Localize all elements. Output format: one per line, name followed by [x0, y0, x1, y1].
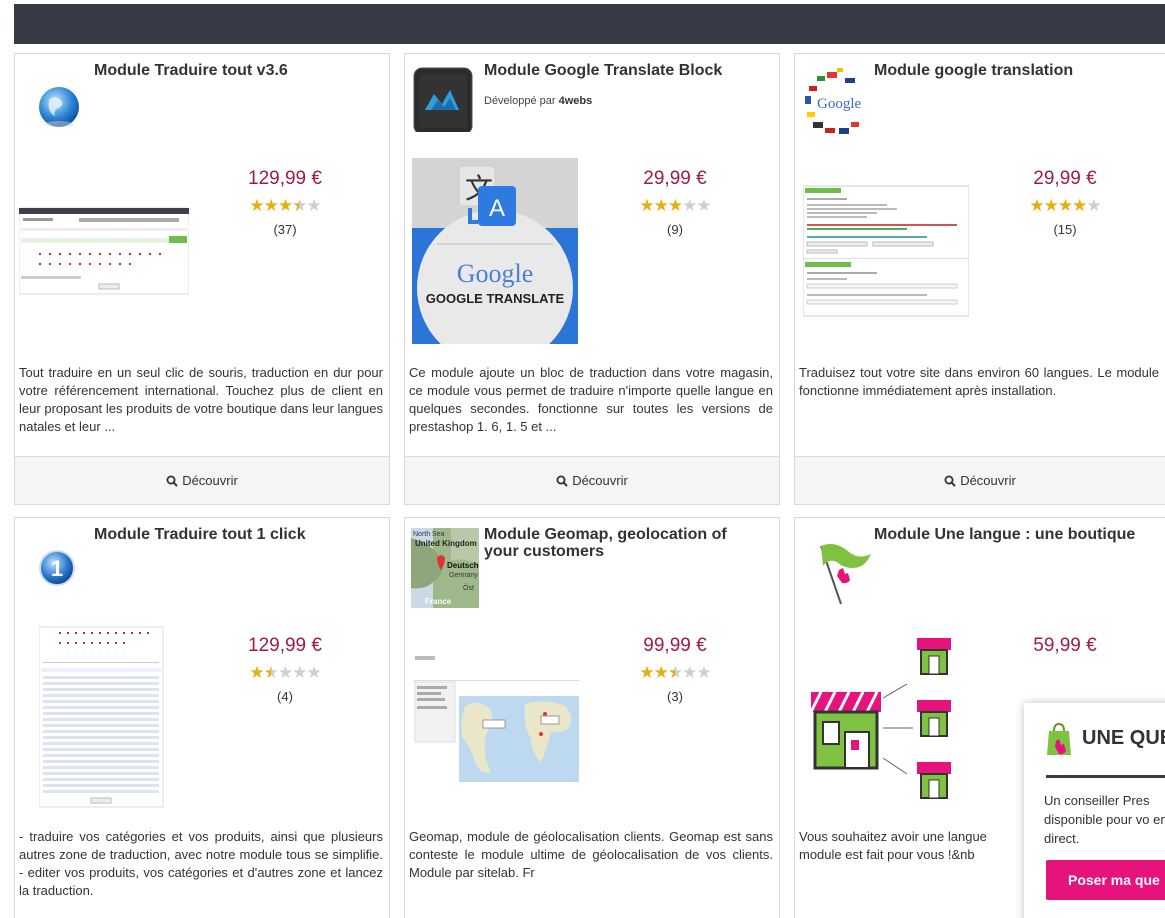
- discover-label: Découvrir: [572, 473, 628, 488]
- google-flags-icon: Google: [801, 62, 863, 134]
- star-full-icon: ★: [1072, 196, 1087, 215]
- module-screenshot: [803, 158, 969, 344]
- star-full-icon: ★: [667, 196, 683, 215]
- star-empty-icon: ★: [696, 663, 711, 682]
- star-empty-icon: ★: [306, 663, 321, 682]
- module-card[interactable]: Module Traduire tout v3.6 129,99 € ★★★★★…: [14, 53, 390, 505]
- module-price: 99,99 €: [643, 635, 707, 656]
- map-icon: North Sea United Kingdom Deutschla Germa…: [411, 528, 486, 608]
- live-chat-widget[interactable]: UNE QUE Un conseiller Pres disponible po…: [1024, 703, 1165, 918]
- module-price: 129,99 €: [248, 635, 322, 656]
- star-full-icon: ★: [249, 196, 264, 215]
- search-icon: [166, 475, 178, 487]
- chat-divider: [1046, 775, 1165, 778]
- 4webs-logo-icon: [411, 62, 473, 135]
- chat-title: UNE QUE: [1082, 727, 1165, 749]
- star-full-icon: ★: [639, 663, 654, 682]
- star-half-icon: ★: [667, 663, 683, 682]
- map-label-germany: Germany: [449, 572, 478, 579]
- module-screenshot: [19, 158, 189, 344]
- module-screenshot: 文 A Google GOOGLE TRANSLATE: [412, 158, 578, 344]
- module-price: 29,99 €: [643, 168, 707, 189]
- module-description: - traduire vos catégories et vos produit…: [19, 829, 383, 898]
- map-label-united: United Kingdom: [415, 539, 477, 548]
- star-half-icon: ★: [263, 663, 279, 682]
- star-empty-icon: ★: [682, 663, 697, 682]
- review-count: (4): [277, 689, 293, 704]
- star-empty-icon: ★: [306, 196, 321, 215]
- svg-text:1: 1: [51, 556, 63, 581]
- google-logo-text: Google: [817, 96, 862, 112]
- flag-cursor-icon: [801, 526, 873, 606]
- star-full-icon: ★: [639, 196, 654, 215]
- review-count: (15): [1053, 222, 1077, 237]
- module-card[interactable]: 1 Module Traduire tout 1 click 129,99 € …: [14, 517, 390, 918]
- discover-button[interactable]: Découvrir: [15, 456, 389, 504]
- rating-stars: ★★★★★: [1015, 197, 1115, 215]
- review-count: (37): [273, 222, 297, 237]
- module-title[interactable]: Module Google Translate Block: [484, 62, 765, 79]
- ask-question-button[interactable]: Poser ma que: [1046, 860, 1165, 900]
- svg-text:A: A: [489, 195, 505, 222]
- star-empty-icon: ★: [696, 196, 711, 215]
- star-half-icon: ★: [292, 196, 307, 215]
- review-count: (9): [667, 222, 683, 237]
- map-label-france: France: [425, 597, 452, 606]
- google-translate-image-text: GOOGLE TRANSLATE: [426, 291, 565, 306]
- google-image-text: Google: [457, 259, 534, 288]
- rating-stars: ★★★★★: [625, 197, 725, 215]
- rating-stars: ★★★★★: [235, 664, 335, 682]
- globe-icon: [21, 62, 83, 132]
- module-card[interactable]: North Sea United Kingdom Deutschla Germa…: [404, 517, 780, 918]
- module-description: Tout traduire en un seul clic de souris,…: [19, 365, 383, 434]
- map-label-ost: Öst: [463, 584, 474, 592]
- star-full-icon: ★: [653, 196, 669, 215]
- module-description: Ce module ajoute un bloc de traduction d…: [409, 365, 773, 434]
- star-full-icon: ★: [277, 196, 293, 215]
- star-empty-icon: ★: [1086, 196, 1101, 215]
- review-count: (3): [667, 689, 683, 704]
- number-one-icon: 1: [21, 526, 83, 596]
- star-empty-icon: ★: [277, 663, 293, 682]
- module-card[interactable]: Google Module google translation 29,99 €…: [794, 53, 1165, 505]
- module-title[interactable]: Module Une langue : une boutique: [874, 526, 1159, 543]
- discover-button[interactable]: Découvrir: [405, 456, 779, 504]
- module-title[interactable]: Module Traduire tout 1 click: [94, 526, 375, 543]
- module-title[interactable]: Module google translation: [874, 62, 1159, 79]
- search-icon: [556, 475, 568, 487]
- module-title[interactable]: Module Traduire tout v3.6: [94, 62, 375, 79]
- discover-label: Découvrir: [182, 473, 238, 488]
- star-full-icon: ★: [249, 663, 264, 682]
- module-price: 129,99 €: [248, 168, 322, 189]
- rating-stars: ★★★★★: [235, 197, 335, 215]
- star-empty-icon: ★: [682, 196, 697, 215]
- star-full-icon: ★: [1043, 196, 1059, 215]
- module-description: Vous souhaitez avoir une langue module e…: [799, 829, 987, 862]
- chat-text: Un conseiller Pres disponible pour vo en…: [1044, 793, 1165, 846]
- module-description: Traduisez tout votre site dans environ 6…: [799, 365, 1159, 398]
- discover-button[interactable]: Découvrir: [795, 456, 1165, 504]
- module-price: 29,99 €: [1033, 168, 1097, 189]
- discover-label: Découvrir: [960, 473, 1016, 488]
- module-title[interactable]: Module Geomap, geolocation of your custo…: [484, 526, 765, 560]
- star-empty-icon: ★: [292, 663, 307, 682]
- module-price: 59,99 €: [1033, 635, 1097, 656]
- map-label-north-sea: North Sea: [413, 531, 445, 538]
- star-full-icon: ★: [1057, 196, 1073, 215]
- module-screenshot: [39, 622, 189, 808]
- module-description: Geomap, module de géolocalisation client…: [409, 829, 773, 880]
- star-full-icon: ★: [263, 196, 279, 215]
- map-label-deutschland: Deutschla: [447, 561, 479, 570]
- module-screenshot: [803, 628, 969, 808]
- star-full-icon: ★: [1029, 196, 1044, 215]
- module-card[interactable]: Module Google Translate Block Développé …: [404, 53, 780, 505]
- search-icon: [944, 475, 956, 487]
- top-bar: [14, 4, 1165, 44]
- module-developer: Développé par 4webs: [484, 95, 593, 107]
- module-screenshot: [413, 622, 579, 808]
- prestashop-bag-icon: [1047, 723, 1071, 755]
- rating-stars: ★★★★★: [625, 664, 725, 682]
- star-full-icon: ★: [653, 663, 669, 682]
